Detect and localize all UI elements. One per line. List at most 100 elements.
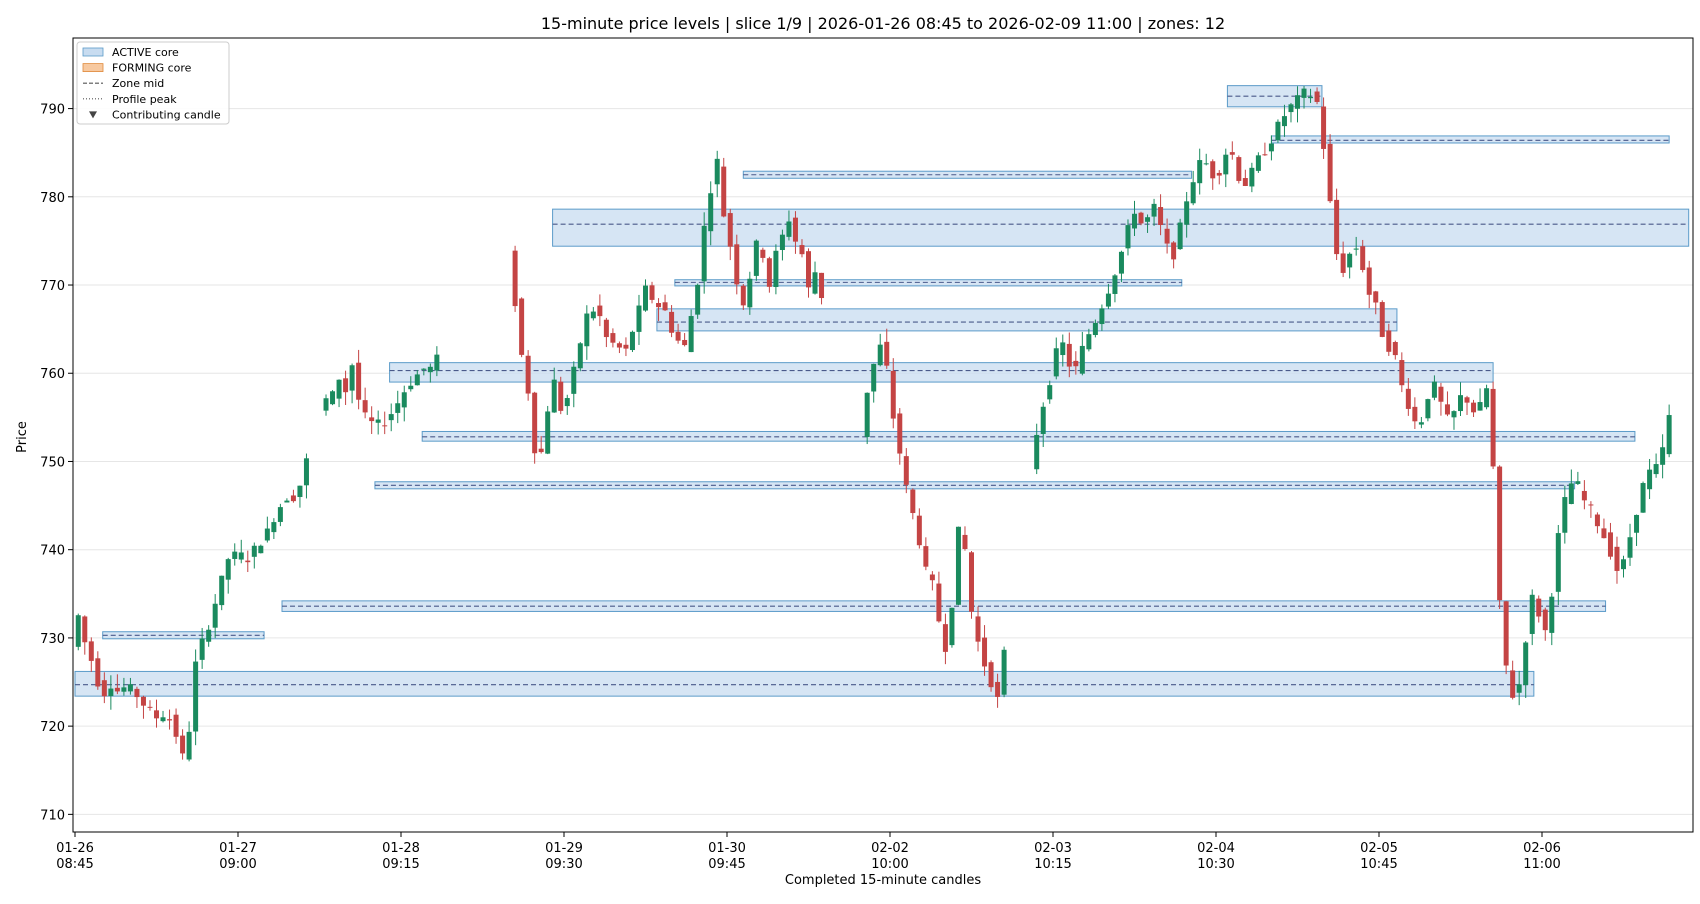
candle-up (258, 545, 264, 554)
candle-down (969, 552, 974, 612)
candle-down (597, 305, 603, 317)
candle-down (245, 560, 251, 563)
candle-down (766, 258, 772, 287)
candle-down (975, 616, 981, 642)
candle-down (616, 343, 622, 348)
candle-up (643, 285, 648, 311)
candle-down (897, 413, 903, 454)
candle-up (1145, 217, 1151, 222)
candle-down (1594, 514, 1600, 527)
candle-up (1125, 225, 1131, 249)
candle-down (1366, 267, 1372, 295)
candle-down (114, 687, 120, 692)
active-zone-band (389, 362, 1494, 383)
candle-up (1634, 514, 1640, 533)
candle-up (401, 392, 407, 408)
candle-up (1001, 649, 1007, 695)
candle-up (1281, 116, 1287, 127)
candle-up (421, 368, 427, 370)
x-tick-label: 01-30 09:45 (708, 841, 746, 872)
x-tick-label: 01-29 09:30 (545, 841, 583, 872)
candle-up (1549, 596, 1555, 633)
candle-down (147, 706, 153, 708)
x-tick-label: 02-02 10:00 (871, 841, 909, 872)
candle-up (1301, 88, 1307, 98)
candle-down (1314, 91, 1320, 102)
y-tick-label: 720 (40, 720, 65, 735)
candle-down (1497, 466, 1503, 601)
candle-up (590, 311, 596, 319)
candle-down (382, 425, 388, 427)
candle-up (1177, 222, 1183, 250)
candle-up (1288, 104, 1294, 113)
candle-down (1536, 598, 1542, 617)
x-tick-label-line: 09:30 (545, 857, 582, 872)
candle-up (284, 500, 290, 503)
candle-down (134, 688, 140, 698)
candle-down (760, 249, 766, 258)
candle-down (669, 311, 675, 333)
x-tick-label-line: 10:45 (1360, 857, 1397, 872)
legend: ACTIVE core FORMING core Zone mid Profile p… (76, 41, 230, 125)
legend-label: FORMING core (112, 62, 192, 75)
candle-down (649, 285, 655, 300)
candle-down (1171, 242, 1177, 260)
y-tick-label: 770 (40, 279, 65, 294)
candle-up (349, 365, 355, 391)
candle-up (1653, 464, 1659, 475)
zones-layer (74, 85, 1690, 697)
candle-down (675, 331, 681, 341)
candle-up (199, 638, 205, 660)
candle-up (1516, 684, 1522, 693)
candle-down (290, 495, 296, 502)
active-zone-band (74, 670, 1535, 697)
candle-down (1340, 253, 1346, 273)
chart-title: 15-minute price levels | slice 1/9 | 202… (541, 14, 1225, 33)
candle-up (1275, 121, 1281, 141)
candle-up (695, 284, 701, 315)
candle-up (1092, 322, 1098, 336)
candle-down (662, 302, 668, 311)
candle-up (1190, 182, 1196, 204)
candle-down (173, 714, 179, 737)
candle-up (577, 343, 583, 369)
candle-up (812, 272, 818, 294)
candle-up (427, 366, 433, 373)
y-tick-label: 780 (40, 191, 65, 206)
y-tick-label: 740 (40, 544, 65, 559)
candle-up (1431, 381, 1437, 398)
candle-down (1490, 388, 1496, 467)
candle-down (88, 641, 94, 661)
candle-down (1444, 404, 1450, 415)
candle-up (1118, 251, 1124, 274)
candle-down (1412, 406, 1418, 422)
candle-up (160, 717, 166, 722)
candle-down (1379, 302, 1385, 337)
candle-down (884, 341, 890, 366)
candle-up (303, 458, 309, 486)
candle-down (1542, 609, 1548, 631)
candle-up (1353, 248, 1359, 250)
candle-up (206, 629, 212, 642)
candle-down (101, 680, 107, 697)
candle-down (1360, 246, 1366, 270)
candle-down (1405, 388, 1411, 409)
candle-down (532, 392, 538, 454)
x-tick-label: 01-26 08:45 (56, 841, 94, 872)
legend-label: Profile peak (112, 93, 177, 106)
candle-up (1477, 402, 1483, 411)
candle-down (369, 417, 375, 422)
x-tick-label-line: 09:00 (219, 857, 256, 872)
candle-down (180, 735, 186, 754)
candle-up (1308, 96, 1314, 99)
y-tick-label: 710 (40, 808, 65, 823)
candle-down (519, 298, 525, 355)
legend-forming-swatch (82, 63, 104, 72)
candle-up (545, 411, 551, 454)
candle-up (225, 559, 231, 580)
candle-up (121, 687, 127, 692)
candle-up (323, 398, 329, 411)
candle-down (1138, 212, 1144, 224)
candle-down (923, 546, 929, 567)
candle-up (551, 379, 557, 413)
